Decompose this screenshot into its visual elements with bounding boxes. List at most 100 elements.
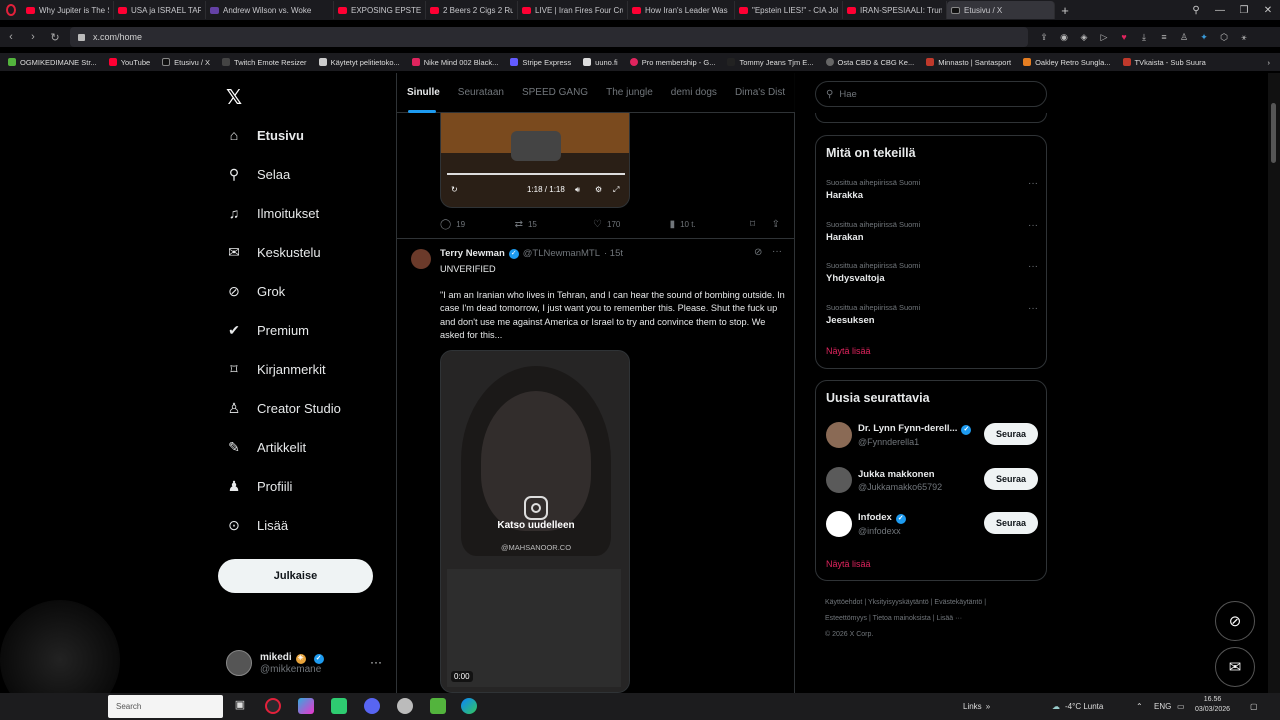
views-button[interactable]: ▮ 10 t. <box>670 219 750 230</box>
nav-item-more[interactable]: ⊙ Lisää <box>226 513 288 537</box>
browser-tab[interactable]: "Epstein LIES!" - CIA Joh <box>735 1 843 19</box>
bookmark-item[interactable]: Twitch Emote Resizer <box>222 58 307 67</box>
show-more-link[interactable]: Näytä lisää <box>826 559 871 569</box>
more-dots-icon[interactable]: ··· <box>772 246 782 257</box>
bookmark-item[interactable]: Stripe Express <box>510 58 571 67</box>
nav-item-bookmarks[interactable]: ⌑ Kirjanmerkit <box>226 357 325 381</box>
notifications-icon[interactable]: ▢ <box>1250 693 1258 720</box>
bookmark-item[interactable]: Käytetyt pelitietoko... <box>318 58 400 67</box>
app-taskbar-icon[interactable] <box>397 698 413 714</box>
grok-fab-icon[interactable]: ⊘ <box>1215 601 1255 641</box>
footer-link[interactable]: Käyttöehdot <box>825 599 862 606</box>
bookmark-item[interactable]: YouTube <box>108 58 150 67</box>
streaming-app-taskbar-icon[interactable] <box>430 698 446 714</box>
avatar[interactable] <box>826 467 852 493</box>
repost-button[interactable]: ⇄ 15 <box>515 219 593 230</box>
shield-icon[interactable]: ◈ <box>1074 32 1094 43</box>
menu-icon[interactable]: ≡ <box>1154 32 1174 42</box>
follow-button[interactable]: Seuraa <box>984 468 1038 490</box>
links-toolbar[interactable]: Links» <box>963 693 990 720</box>
trend-item[interactable]: Suosittua aihepiirissä Suomi Jeesuksen ··· <box>826 303 1038 326</box>
nav-item-premium[interactable]: ✔ Premium <box>226 318 309 342</box>
messages-fab-icon[interactable]: ✉ <box>1215 647 1255 687</box>
infodex-logo-icon[interactable] <box>826 511 852 537</box>
search-input[interactable]: ⚲ Hae <box>815 81 1047 107</box>
account-icon[interactable]: ♙ <box>1174 32 1194 43</box>
new-tab-plus-icon[interactable]: + <box>1055 3 1075 18</box>
tab-dimas-dist[interactable]: Dima's Dist <box>735 87 785 98</box>
bookmark-item[interactable]: Etusivu / X <box>162 58 210 67</box>
browser-tab[interactable]: EXPOSING EPSTEIN'S ZO <box>334 1 426 19</box>
follow-button[interactable]: Seuraa <box>984 512 1038 534</box>
author-handle[interactable]: @TLNewmanMTL <box>523 248 600 259</box>
footer-link[interactable]: Lisää ··· <box>936 615 962 622</box>
scrollbar-thumb[interactable] <box>1271 103 1276 163</box>
volume-icon[interactable]: 🔊︎ <box>575 185 580 195</box>
cube-icon[interactable]: ⬡ <box>1214 32 1234 43</box>
opera-menu-icon[interactable] <box>0 0 22 20</box>
footer-link[interactable]: Evästekäytäntö <box>934 599 982 606</box>
bookmark-button[interactable]: ⌑ <box>750 219 772 230</box>
bookmark-item[interactable]: Oakley Retro Sungla... <box>1023 58 1111 67</box>
avatar[interactable] <box>411 249 431 269</box>
show-more-link[interactable]: Näytä lisää <box>826 346 871 356</box>
extension-icon[interactable]: ✦ <box>1194 32 1214 43</box>
discord-taskbar-icon[interactable] <box>364 698 380 714</box>
bookmark-item[interactable]: Minnasto | Santasport <box>926 58 1011 67</box>
bookmark-item[interactable]: TVkaista - Sub Suura <box>1122 58 1206 67</box>
nav-item-messages[interactable]: ✉ Keskustelu <box>226 240 320 264</box>
browser-tab[interactable]: USA ja ISRAEL TAPPOIVA <box>114 1 206 19</box>
bookmarks-overflow-icon[interactable]: › <box>1268 58 1271 67</box>
search-tabs-icon[interactable]: ⚲ <box>1184 5 1208 16</box>
reply-button[interactable]: ◯ 19 <box>440 219 515 230</box>
browser-tab[interactable]: 2 Beers 2 Cigs 2 Rubiks C <box>426 1 518 19</box>
tab-following[interactable]: Seurataan <box>458 87 504 98</box>
system-clock[interactable]: 16.56 03/03/2026 <box>1195 695 1230 715</box>
task-view-icon[interactable]: ▣ <box>232 698 248 714</box>
browser-tab[interactable]: Andrew Wilson vs. Woke <box>206 1 334 19</box>
chevron-up-icon[interactable]: ⌃ <box>1136 702 1143 711</box>
account-switcher[interactable]: mikedi ☀ ✓ @mikkemane ··· <box>226 645 386 681</box>
browser-tab[interactable]: IRAN-SPESIAALI: Trump <box>843 1 947 19</box>
browser-tab[interactable]: Why Jupiter is The Scarie <box>22 1 114 19</box>
weather-widget[interactable]: ☁ -4°C Lunta <box>1052 693 1103 720</box>
tab-demi-dogs[interactable]: demi dogs <box>671 87 717 98</box>
nav-item-articles[interactable]: ✎ Artikkelit <box>226 435 306 459</box>
trend-item[interactable]: Suosittua aihepiirissä Suomi Yhdysvaltoja… <box>826 261 1038 284</box>
footer-link[interactable]: Tietoa mainoksista <box>873 615 931 622</box>
forward-icon[interactable]: › <box>22 31 44 43</box>
back-icon[interactable]: ‹ <box>0 31 22 43</box>
footer-link[interactable]: Esteettömyys <box>825 615 867 622</box>
share-icon[interactable]: ⇪ <box>1034 32 1054 43</box>
grok-icon[interactable]: ⊘ <box>754 247 762 258</box>
network-icon[interactable]: ▭ <box>1177 693 1185 720</box>
url-input[interactable]: x.com/home <box>70 27 1028 47</box>
nav-item-notifications[interactable]: ♫ Ilmoitukset <box>226 201 319 225</box>
reload-icon[interactable]: ↻ <box>44 31 66 44</box>
tab-the-jungle[interactable]: The jungle <box>606 87 653 98</box>
fullscreen-icon[interactable]: ⤢ <box>613 185 619 195</box>
video-progress-bar[interactable] <box>447 173 625 175</box>
trend-item[interactable]: Suosittua aihepiirissä Suomi Harakan ··· <box>826 220 1038 243</box>
taskbar-search-input[interactable]: Search <box>108 695 223 718</box>
follow-button[interactable]: Seuraa <box>984 423 1038 445</box>
edge-taskbar-icon[interactable] <box>461 698 477 714</box>
more-dots-icon[interactable]: ··· <box>1028 220 1038 231</box>
download-icon[interactable]: ⤓ <box>1134 32 1154 43</box>
more-dots-icon[interactable]: ··· <box>370 655 382 669</box>
page-scrollbar[interactable] <box>1268 73 1280 693</box>
bookmark-item[interactable]: Nike Mind 002 Black... <box>411 58 498 67</box>
tab-speed-gang[interactable]: SPEED GANG <box>522 87 588 98</box>
settings-icon[interactable]: ⚙ <box>595 185 602 194</box>
nav-item-creator-studio[interactable]: ♙ Creator Studio <box>226 396 341 420</box>
more-dots-icon[interactable]: ··· <box>1028 178 1038 189</box>
camera-icon[interactable]: ◉ <box>1054 32 1074 43</box>
bookmark-item[interactable]: Osta CBD & CBG Ke... <box>825 58 914 67</box>
video-player[interactable]: Katso uudelleen @MAHSANOOR.CO 0:00 <box>440 350 630 693</box>
post-button[interactable]: Julkaise <box>218 559 373 593</box>
share-button[interactable]: ⇪ <box>772 219 785 230</box>
opera-taskbar-icon[interactable] <box>265 698 281 714</box>
more-dots-icon[interactable]: ··· <box>1028 303 1038 314</box>
bookmark-item[interactable]: OGMIKEDIMANE Str... <box>8 58 97 67</box>
bookmark-item[interactable]: Tommy Jeans Tjm E... <box>727 58 814 67</box>
